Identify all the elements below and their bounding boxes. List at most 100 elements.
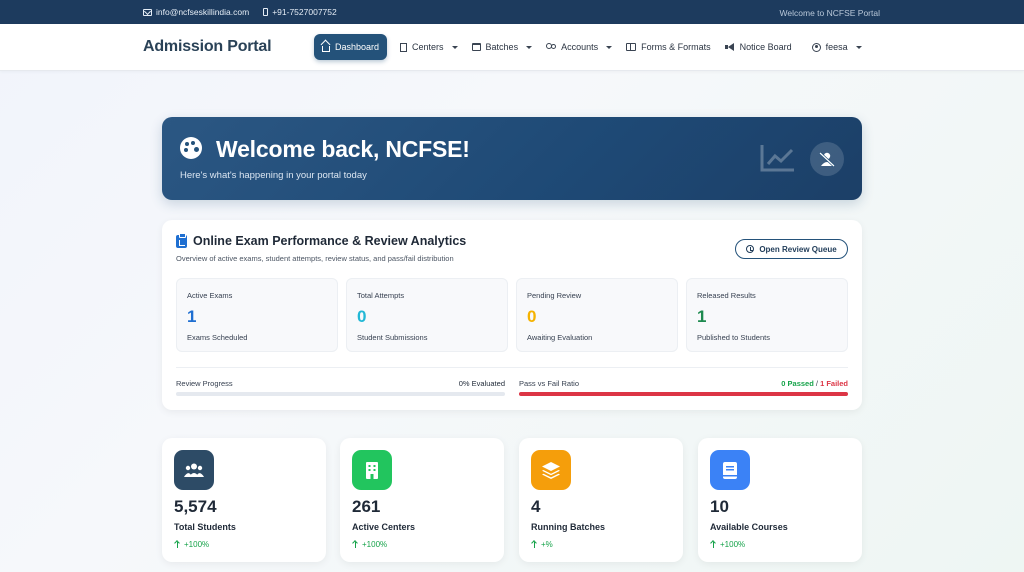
email-text: info@ncfseskillindia.com	[156, 7, 250, 17]
chart-line-icon	[760, 145, 794, 172]
stat-sub: Student Submissions	[357, 333, 428, 342]
arrow-up-icon	[352, 541, 358, 548]
palette-icon	[180, 137, 202, 159]
card-label: Total Students	[174, 522, 236, 532]
stat-total-attempts: Total Attempts 0 Student Submissions	[346, 278, 508, 352]
trend-text: +100%	[720, 540, 746, 549]
card-label: Running Batches	[531, 522, 606, 532]
brand-title[interactable]: Admission Portal	[143, 38, 272, 56]
review-progress-value: 0% Evaluated	[458, 379, 505, 388]
nav-accounts[interactable]: Accounts	[539, 34, 619, 60]
stat-value: 0	[527, 307, 537, 326]
chevron-down-icon	[451, 45, 458, 49]
top-bar: info@ncfseskillindia.com +91-7527007752 …	[0, 0, 1024, 24]
analytics-subtitle: Overview of active exams, student attemp…	[176, 254, 454, 263]
clipboard-check-icon	[176, 232, 187, 248]
chevron-down-icon	[526, 45, 533, 49]
trend-text: +100%	[184, 540, 210, 549]
nav-centers[interactable]: Centers	[393, 34, 465, 60]
chevron-down-icon	[606, 45, 613, 49]
card-trend: +100%	[352, 540, 387, 549]
welcome-text: Welcome to NCFSE Portal	[779, 8, 880, 18]
nav-accounts-label: Accounts	[561, 42, 599, 52]
book-icon	[626, 43, 637, 51]
card-value: 4	[531, 497, 541, 516]
chevron-down-icon	[855, 45, 862, 49]
review-progress-bar	[176, 392, 505, 396]
stat-value: 0	[357, 307, 367, 326]
building-icon	[400, 42, 408, 52]
nav-user-label: feesa	[825, 42, 848, 52]
card-trend: +%	[531, 540, 553, 549]
home-icon	[322, 45, 330, 52]
nav-forms-formats[interactable]: Forms & Formats	[619, 34, 718, 60]
stat-pending-review: Pending Review 0 Awaiting Evaluation	[516, 278, 678, 352]
open-review-queue-button[interactable]: Open Review Queue	[735, 239, 848, 259]
nav-batches[interactable]: Batches	[465, 34, 540, 60]
welcome-banner: Welcome back, NCFSE! Here's what's happe…	[162, 117, 862, 200]
card-value: 261	[352, 497, 381, 516]
stat-label: Released Results	[697, 291, 756, 300]
stat-active-exams: Active Exams 1 Exams Scheduled	[176, 278, 338, 352]
pass-fail-bar	[519, 392, 848, 396]
failed-count: 1 Failed	[820, 379, 848, 388]
pass-fail-label: Pass vs Fail Ratio	[519, 379, 580, 388]
trend-text: +100%	[362, 540, 388, 549]
arrow-up-icon	[710, 541, 716, 548]
card-trend: +100%	[710, 540, 745, 549]
fail-fill	[519, 392, 848, 396]
stat-sub: Awaiting Evaluation	[527, 333, 593, 342]
stat-label: Active Exams	[187, 291, 233, 300]
users-group-icon	[174, 450, 214, 490]
main-nav: Dashboard Centers Batches Accounts Forms…	[314, 34, 869, 60]
nav-notice-board[interactable]: Notice Board	[718, 34, 799, 60]
phone-icon	[263, 8, 269, 16]
layers-icon	[531, 450, 571, 490]
analytics-title-text: Online Exam Performance & Review Analyti…	[193, 234, 467, 248]
arrow-up-icon	[174, 541, 180, 548]
review-progress-label: Review Progress	[176, 379, 233, 388]
contact-info: info@ncfseskillindia.com +91-7527007752	[143, 7, 337, 17]
stat-value: 1	[187, 307, 197, 326]
nav-dashboard[interactable]: Dashboard	[314, 34, 388, 60]
card-trend: +100%	[174, 540, 209, 549]
nav-forms-label: Forms & Formats	[641, 42, 711, 52]
phone-text: +91-7527007752	[272, 7, 337, 17]
card-active-centers[interactable]: 261 Active Centers +100%	[340, 438, 504, 562]
card-value: 10	[710, 497, 729, 516]
book-icon	[710, 450, 750, 490]
building-icon	[352, 450, 392, 490]
analytics-title: Online Exam Performance & Review Analyti…	[176, 232, 467, 248]
users-icon	[546, 43, 557, 51]
review-button-label: Open Review Queue	[759, 244, 837, 254]
card-label: Available Courses	[710, 522, 788, 532]
stat-value: 1	[697, 307, 707, 326]
card-label: Active Centers	[352, 522, 416, 532]
megaphone-icon	[724, 43, 735, 51]
user-icon	[811, 42, 821, 52]
exam-analytics-card: Online Exam Performance & Review Analyti…	[162, 220, 862, 410]
contact-email[interactable]: info@ncfseskillindia.com	[143, 7, 249, 17]
card-total-students[interactable]: 5,574 Total Students +100%	[162, 438, 326, 562]
trend-text: +%	[541, 540, 553, 549]
user-slash-icon[interactable]	[810, 142, 844, 176]
card-available-courses[interactable]: 10 Available Courses +100%	[698, 438, 862, 562]
calendar-icon	[471, 43, 481, 51]
welcome-subtitle: Here's what's happening in your portal t…	[180, 170, 367, 181]
mail-icon	[143, 8, 152, 16]
divider	[176, 367, 848, 368]
nav-dashboard-label: Dashboard	[335, 42, 380, 52]
stat-label: Total Attempts	[357, 291, 405, 300]
arrow-up-icon	[531, 541, 537, 548]
welcome-title: Welcome back, NCFSE!	[216, 136, 470, 162]
stat-sub: Exams Scheduled	[187, 333, 248, 342]
contact-phone[interactable]: +91-7527007752	[263, 7, 337, 17]
nav-centers-label: Centers	[412, 42, 444, 52]
stat-released-results: Released Results 1 Published to Students	[686, 278, 848, 352]
clock-icon	[746, 245, 755, 253]
card-running-batches[interactable]: 4 Running Batches +%	[519, 438, 683, 562]
pass-fail-value: 0 Passed / 1 Failed	[781, 379, 848, 388]
stat-sub: Published to Students	[697, 333, 770, 342]
nav-user-menu[interactable]: feesa	[805, 34, 869, 60]
nav-batches-label: Batches	[485, 42, 519, 52]
